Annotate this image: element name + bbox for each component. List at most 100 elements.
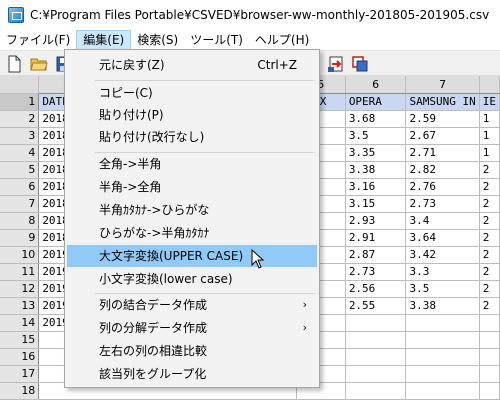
grid-cell[interactable]: 3.4: [405, 212, 480, 230]
menu-search[interactable]: 検索(S): [131, 30, 184, 50]
menu-file[interactable]: ファイル(F): [0, 30, 76, 50]
menu-split-columns[interactable]: 列の分解データ作成 ›: [67, 317, 317, 339]
open-folder-icon[interactable]: [30, 55, 48, 73]
row-header[interactable]: 13: [0, 297, 40, 315]
grid-cell[interactable]: [405, 348, 480, 366]
grid-cell[interactable]: 3.42: [405, 246, 480, 264]
grid-cell[interactable]: 2: [479, 178, 500, 196]
row-header[interactable]: 10: [0, 246, 40, 264]
menu-lower-case[interactable]: 小文字変換(lower case): [67, 268, 317, 290]
grid-cell[interactable]: 2.87: [345, 246, 407, 264]
grid-cell[interactable]: 2: [479, 212, 500, 230]
grid-cell[interactable]: 1: [479, 127, 500, 145]
grid-cell[interactable]: SAMSUNG IN: [405, 93, 480, 111]
grid-cell[interactable]: 3.68: [345, 110, 407, 128]
menu-hira-to-hankana[interactable]: ひらがな->半角ｶﾀｶﾅ: [67, 222, 317, 244]
row-header[interactable]: 7: [0, 195, 40, 213]
grid-corner[interactable]: [0, 76, 40, 94]
grid-cell[interactable]: 3.38: [345, 161, 407, 179]
menu-upper-case[interactable]: 大文字変換(UPPER CASE): [67, 245, 317, 267]
row-header[interactable]: 17: [0, 365, 40, 383]
row-header[interactable]: 3: [0, 127, 40, 145]
row-header[interactable]: 5: [0, 161, 40, 179]
grid-cell[interactable]: 1: [479, 144, 500, 162]
menu-copy[interactable]: コピー(C): [67, 82, 317, 104]
column-header[interactable]: 7: [405, 76, 480, 94]
copy-window-icon[interactable]: [351, 55, 369, 73]
menu-group-columns[interactable]: 該当列をグループ化: [67, 363, 317, 385]
grid-cell[interactable]: 2: [479, 161, 500, 179]
grid-cell[interactable]: [405, 365, 480, 383]
grid-cell[interactable]: [479, 348, 500, 366]
menu-compare-columns[interactable]: 左右の列の相違比較: [67, 340, 317, 362]
column-header[interactable]: 6: [345, 76, 407, 94]
grid-cell[interactable]: 3.38: [405, 297, 480, 315]
row-header[interactable]: 16: [0, 348, 40, 366]
row-header[interactable]: 4: [0, 144, 40, 162]
grid-cell[interactable]: 2.55: [345, 297, 407, 315]
row-header[interactable]: 1: [0, 93, 40, 111]
grid-cell[interactable]: 2: [479, 246, 500, 264]
grid-cell[interactable]: 3.5: [405, 280, 480, 298]
grid-cell[interactable]: [405, 382, 480, 400]
grid-cell[interactable]: [345, 348, 407, 366]
grid-cell[interactable]: 3.5: [345, 127, 407, 145]
merge-columns-icon[interactable]: [327, 55, 345, 73]
grid-cell[interactable]: [479, 365, 500, 383]
row-header[interactable]: 12: [0, 280, 40, 298]
row-header[interactable]: 2: [0, 110, 40, 128]
menu-edit[interactable]: 編集(E): [76, 30, 132, 50]
row-header[interactable]: 6: [0, 178, 40, 196]
grid-cell[interactable]: [345, 314, 407, 332]
new-file-icon[interactable]: [5, 55, 23, 73]
grid-cell[interactable]: 2.76: [405, 178, 480, 196]
grid-cell[interactable]: [479, 314, 500, 332]
column-header[interactable]: [479, 76, 500, 94]
grid-cell[interactable]: 3.16: [345, 178, 407, 196]
grid-cell[interactable]: [345, 382, 407, 400]
menu-join-columns[interactable]: 列の結合データ作成 ›: [67, 294, 317, 316]
grid-cell[interactable]: 3.15: [345, 195, 407, 213]
menu-paste[interactable]: 貼り付け(P): [67, 104, 317, 126]
grid-cell[interactable]: 2.73: [405, 195, 480, 213]
grid-cell[interactable]: [405, 331, 480, 349]
grid-cell[interactable]: 3.35: [345, 144, 407, 162]
grid-cell[interactable]: 2: [479, 195, 500, 213]
grid-cell[interactable]: 2.91: [345, 229, 407, 247]
menu-paste-no-newline[interactable]: 貼り付け(改行なし): [67, 126, 317, 148]
row-header[interactable]: 15: [0, 331, 40, 349]
grid-cell[interactable]: 1: [479, 110, 500, 128]
grid-cell[interactable]: OPERA: [345, 93, 407, 111]
row-header[interactable]: 9: [0, 229, 40, 247]
row-header[interactable]: 8: [0, 212, 40, 230]
grid-cell[interactable]: 2.56: [345, 280, 407, 298]
grid-cell[interactable]: [479, 382, 500, 400]
grid-cell[interactable]: 3.3: [405, 263, 480, 281]
menu-tools[interactable]: ツール(T): [184, 30, 249, 50]
grid-cell[interactable]: 2: [479, 263, 500, 281]
grid-cell[interactable]: [479, 331, 500, 349]
menu-zen-to-han-label: 全角->半角: [99, 157, 162, 171]
menu-hankana-to-hira[interactable]: 半角ｶﾀｶﾅ->ひらがな: [67, 199, 317, 221]
menu-undo[interactable]: 元に戻す(Z) Ctrl+Z: [67, 54, 317, 76]
grid-cell[interactable]: 2: [479, 229, 500, 247]
menu-zen-to-han[interactable]: 全角->半角: [67, 153, 317, 175]
grid-cell[interactable]: [345, 331, 407, 349]
menu-help[interactable]: ヘルプ(H): [249, 30, 315, 50]
row-header[interactable]: 14: [0, 314, 40, 332]
grid-cell[interactable]: 2.73: [345, 263, 407, 281]
grid-cell[interactable]: [345, 365, 407, 383]
grid-cell[interactable]: 2.93: [345, 212, 407, 230]
grid-cell[interactable]: 2.82: [405, 161, 480, 179]
row-header[interactable]: 11: [0, 263, 40, 281]
row-header[interactable]: 18: [0, 382, 40, 400]
grid-cell[interactable]: IE: [479, 93, 500, 111]
grid-cell[interactable]: 2.71: [405, 144, 480, 162]
grid-cell[interactable]: 2.67: [405, 127, 480, 145]
grid-cell[interactable]: 2: [479, 280, 500, 298]
grid-cell[interactable]: 2: [479, 297, 500, 315]
menu-han-to-zen[interactable]: 半角->全角: [67, 176, 317, 198]
grid-cell[interactable]: 3.64: [405, 229, 480, 247]
grid-cell[interactable]: [405, 314, 480, 332]
grid-cell[interactable]: 2.59: [405, 110, 480, 128]
